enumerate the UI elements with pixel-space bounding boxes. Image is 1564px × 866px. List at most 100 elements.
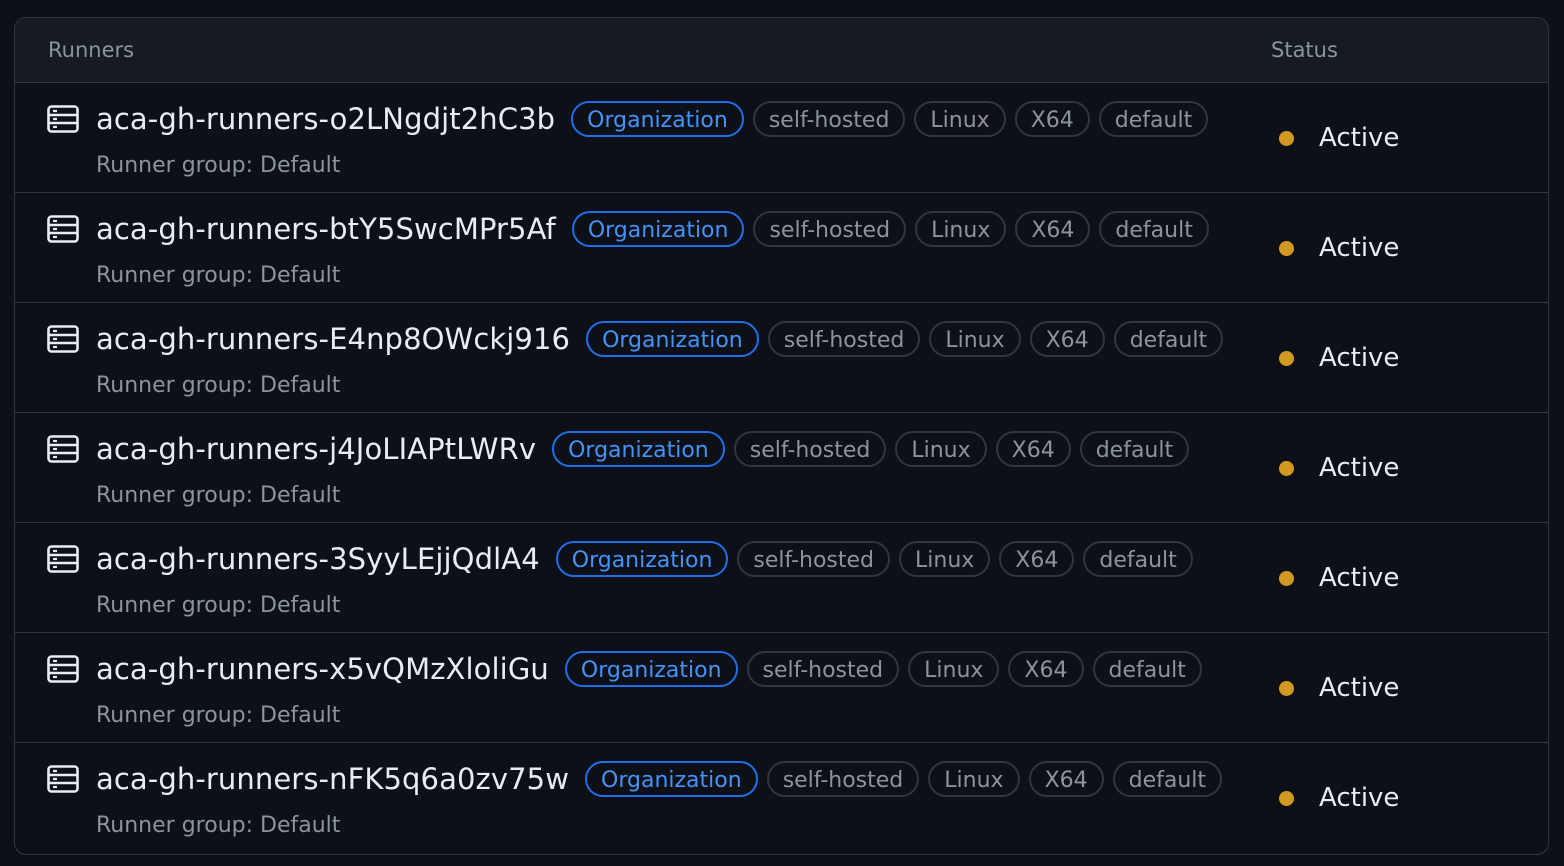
runner-row[interactable]: aca-gh-runners-x5vQMzXloliGu Organizatio… xyxy=(15,633,1548,743)
label-default[interactable]: default xyxy=(1112,761,1223,797)
runner-row[interactable]: aca-gh-runners-3SyyLEjjQdlA4 Organizatio… xyxy=(15,523,1548,633)
runner-title-line: aca-gh-runners-x5vQMzXloliGu Organizatio… xyxy=(96,651,1211,687)
runner-labels: Organization self-hosted Linux X64 default xyxy=(571,101,1217,137)
runner-group: Runner group: Default xyxy=(96,593,341,618)
runner-row[interactable]: aca-gh-runners-nFK5q6a0zv75w Organizatio… xyxy=(15,743,1548,852)
label-x64[interactable]: X64 xyxy=(1029,321,1105,357)
runners-column-header: Runners xyxy=(48,38,135,62)
runner-labels: Organization self-hosted Linux X64 default xyxy=(571,211,1218,247)
runner-title-line: aca-gh-runners-E4np8OWckj916 Organizatio… xyxy=(96,321,1232,357)
runner-status: Active xyxy=(1279,343,1399,373)
runner-group: Runner group: Default xyxy=(96,263,341,288)
runner-labels: Organization self-hosted Linux X64 default xyxy=(564,651,1211,687)
server-icon xyxy=(47,545,79,573)
label-x64[interactable]: X64 xyxy=(1028,761,1104,797)
runner-group: Runner group: Default xyxy=(96,373,341,398)
runner-title-line: aca-gh-runners-3SyyLEjjQdlA4 Organizatio… xyxy=(96,541,1202,577)
status-dot-icon xyxy=(1279,350,1294,366)
runner-name-link[interactable]: aca-gh-runners-x5vQMzXloliGu xyxy=(96,652,549,686)
label-x64[interactable]: X64 xyxy=(1015,211,1091,247)
server-icon xyxy=(47,655,79,683)
label-linux[interactable]: Linux xyxy=(899,541,991,577)
label-linux[interactable]: Linux xyxy=(929,321,1021,357)
label-x64[interactable]: X64 xyxy=(1014,101,1090,137)
status-dot-icon xyxy=(1279,790,1294,806)
label-linux[interactable]: Linux xyxy=(895,431,987,467)
status-text: Active xyxy=(1319,673,1400,703)
server-icon xyxy=(47,105,79,133)
status-text: Active xyxy=(1319,343,1400,373)
server-icon xyxy=(47,765,79,793)
table-header: Runners Status xyxy=(15,18,1548,83)
label-self-hosted[interactable]: self-hosted xyxy=(767,321,921,357)
runner-status: Active xyxy=(1279,123,1399,153)
label-organization[interactable]: Organization xyxy=(564,651,738,687)
label-self-hosted[interactable]: self-hosted xyxy=(766,761,920,797)
label-self-hosted[interactable]: self-hosted xyxy=(733,431,887,467)
label-x64[interactable]: X64 xyxy=(1008,651,1084,687)
label-organization[interactable]: Organization xyxy=(586,321,759,357)
runner-group: Runner group: Default xyxy=(96,813,341,838)
runner-status: Active xyxy=(1279,453,1399,483)
label-organization[interactable]: Organization xyxy=(555,541,729,577)
runner-title-line: aca-gh-runners-btY5SwcMPr5Af Organizatio… xyxy=(96,211,1218,247)
runner-title-line: aca-gh-runners-nFK5q6a0zv75w Organizatio… xyxy=(96,761,1231,797)
runner-name-link[interactable]: aca-gh-runners-btY5SwcMPr5Af xyxy=(96,212,556,246)
runner-list: aca-gh-runners-o2LNgdjt2hC3b Organizatio… xyxy=(15,83,1548,852)
status-text: Active xyxy=(1319,783,1400,813)
label-self-hosted[interactable]: self-hosted xyxy=(737,541,891,577)
runner-status: Active xyxy=(1279,233,1399,263)
label-organization[interactable]: Organization xyxy=(585,761,758,797)
runner-status: Active xyxy=(1279,783,1399,813)
runner-labels: Organization self-hosted Linux X64 default xyxy=(585,761,1231,797)
runner-name-link[interactable]: aca-gh-runners-E4np8OWckj916 xyxy=(96,322,570,356)
status-dot-icon xyxy=(1279,460,1294,476)
runner-labels: Organization self-hosted Linux X64 default xyxy=(555,541,1202,577)
runner-row[interactable]: aca-gh-runners-btY5SwcMPr5Af Organizatio… xyxy=(15,193,1548,303)
label-linux[interactable]: Linux xyxy=(928,761,1020,797)
label-default[interactable]: default xyxy=(1099,211,1209,247)
label-self-hosted[interactable]: self-hosted xyxy=(753,211,907,247)
runner-name-link[interactable]: aca-gh-runners-o2LNgdjt2hC3b xyxy=(96,102,555,136)
label-linux[interactable]: Linux xyxy=(908,651,1000,687)
runner-group: Runner group: Default xyxy=(96,483,341,508)
label-default[interactable]: default xyxy=(1079,431,1190,467)
runner-labels: Organization self-hosted Linux X64 default xyxy=(552,431,1198,467)
status-dot-icon xyxy=(1279,130,1294,146)
label-organization[interactable]: Organization xyxy=(571,211,745,247)
runner-row[interactable]: aca-gh-runners-o2LNgdjt2hC3b Organizatio… xyxy=(15,83,1548,193)
status-dot-icon xyxy=(1279,680,1294,696)
label-x64[interactable]: X64 xyxy=(995,431,1071,467)
runner-group: Runner group: Default xyxy=(96,153,341,178)
label-organization[interactable]: Organization xyxy=(571,101,744,137)
label-linux[interactable]: Linux xyxy=(914,101,1006,137)
status-dot-icon xyxy=(1279,570,1294,586)
runner-name-link[interactable]: aca-gh-runners-nFK5q6a0zv75w xyxy=(96,762,569,796)
label-self-hosted[interactable]: self-hosted xyxy=(746,651,900,687)
label-default[interactable]: default xyxy=(1098,101,1209,137)
status-text: Active xyxy=(1319,453,1400,483)
status-text: Active xyxy=(1319,563,1400,593)
status-column-header: Status xyxy=(1271,38,1338,62)
runner-name-link[interactable]: aca-gh-runners-3SyyLEjjQdlA4 xyxy=(96,542,540,576)
runner-row[interactable]: aca-gh-runners-j4JoLIAPtLWRv Organizatio… xyxy=(15,413,1548,523)
label-default[interactable]: default xyxy=(1113,321,1224,357)
label-default[interactable]: default xyxy=(1092,651,1202,687)
label-self-hosted[interactable]: self-hosted xyxy=(752,101,906,137)
label-organization[interactable]: Organization xyxy=(552,431,725,467)
label-x64[interactable]: X64 xyxy=(999,541,1075,577)
runners-table: Runners Status aca-gh-runners-o2LNgdjt2h… xyxy=(14,17,1549,855)
runner-row[interactable]: aca-gh-runners-E4np8OWckj916 Organizatio… xyxy=(15,303,1548,413)
runner-status: Active xyxy=(1279,673,1399,703)
status-dot-icon xyxy=(1279,240,1294,256)
runner-name-link[interactable]: aca-gh-runners-j4JoLIAPtLWRv xyxy=(96,432,536,466)
runner-title-line: aca-gh-runners-o2LNgdjt2hC3b Organizatio… xyxy=(96,101,1217,137)
label-default[interactable]: default xyxy=(1083,541,1193,577)
runner-status: Active xyxy=(1279,563,1399,593)
runner-group: Runner group: Default xyxy=(96,703,341,728)
status-text: Active xyxy=(1319,123,1400,153)
status-text: Active xyxy=(1319,233,1400,263)
label-linux[interactable]: Linux xyxy=(915,211,1007,247)
server-icon xyxy=(47,435,79,463)
runner-title-line: aca-gh-runners-j4JoLIAPtLWRv Organizatio… xyxy=(96,431,1198,467)
